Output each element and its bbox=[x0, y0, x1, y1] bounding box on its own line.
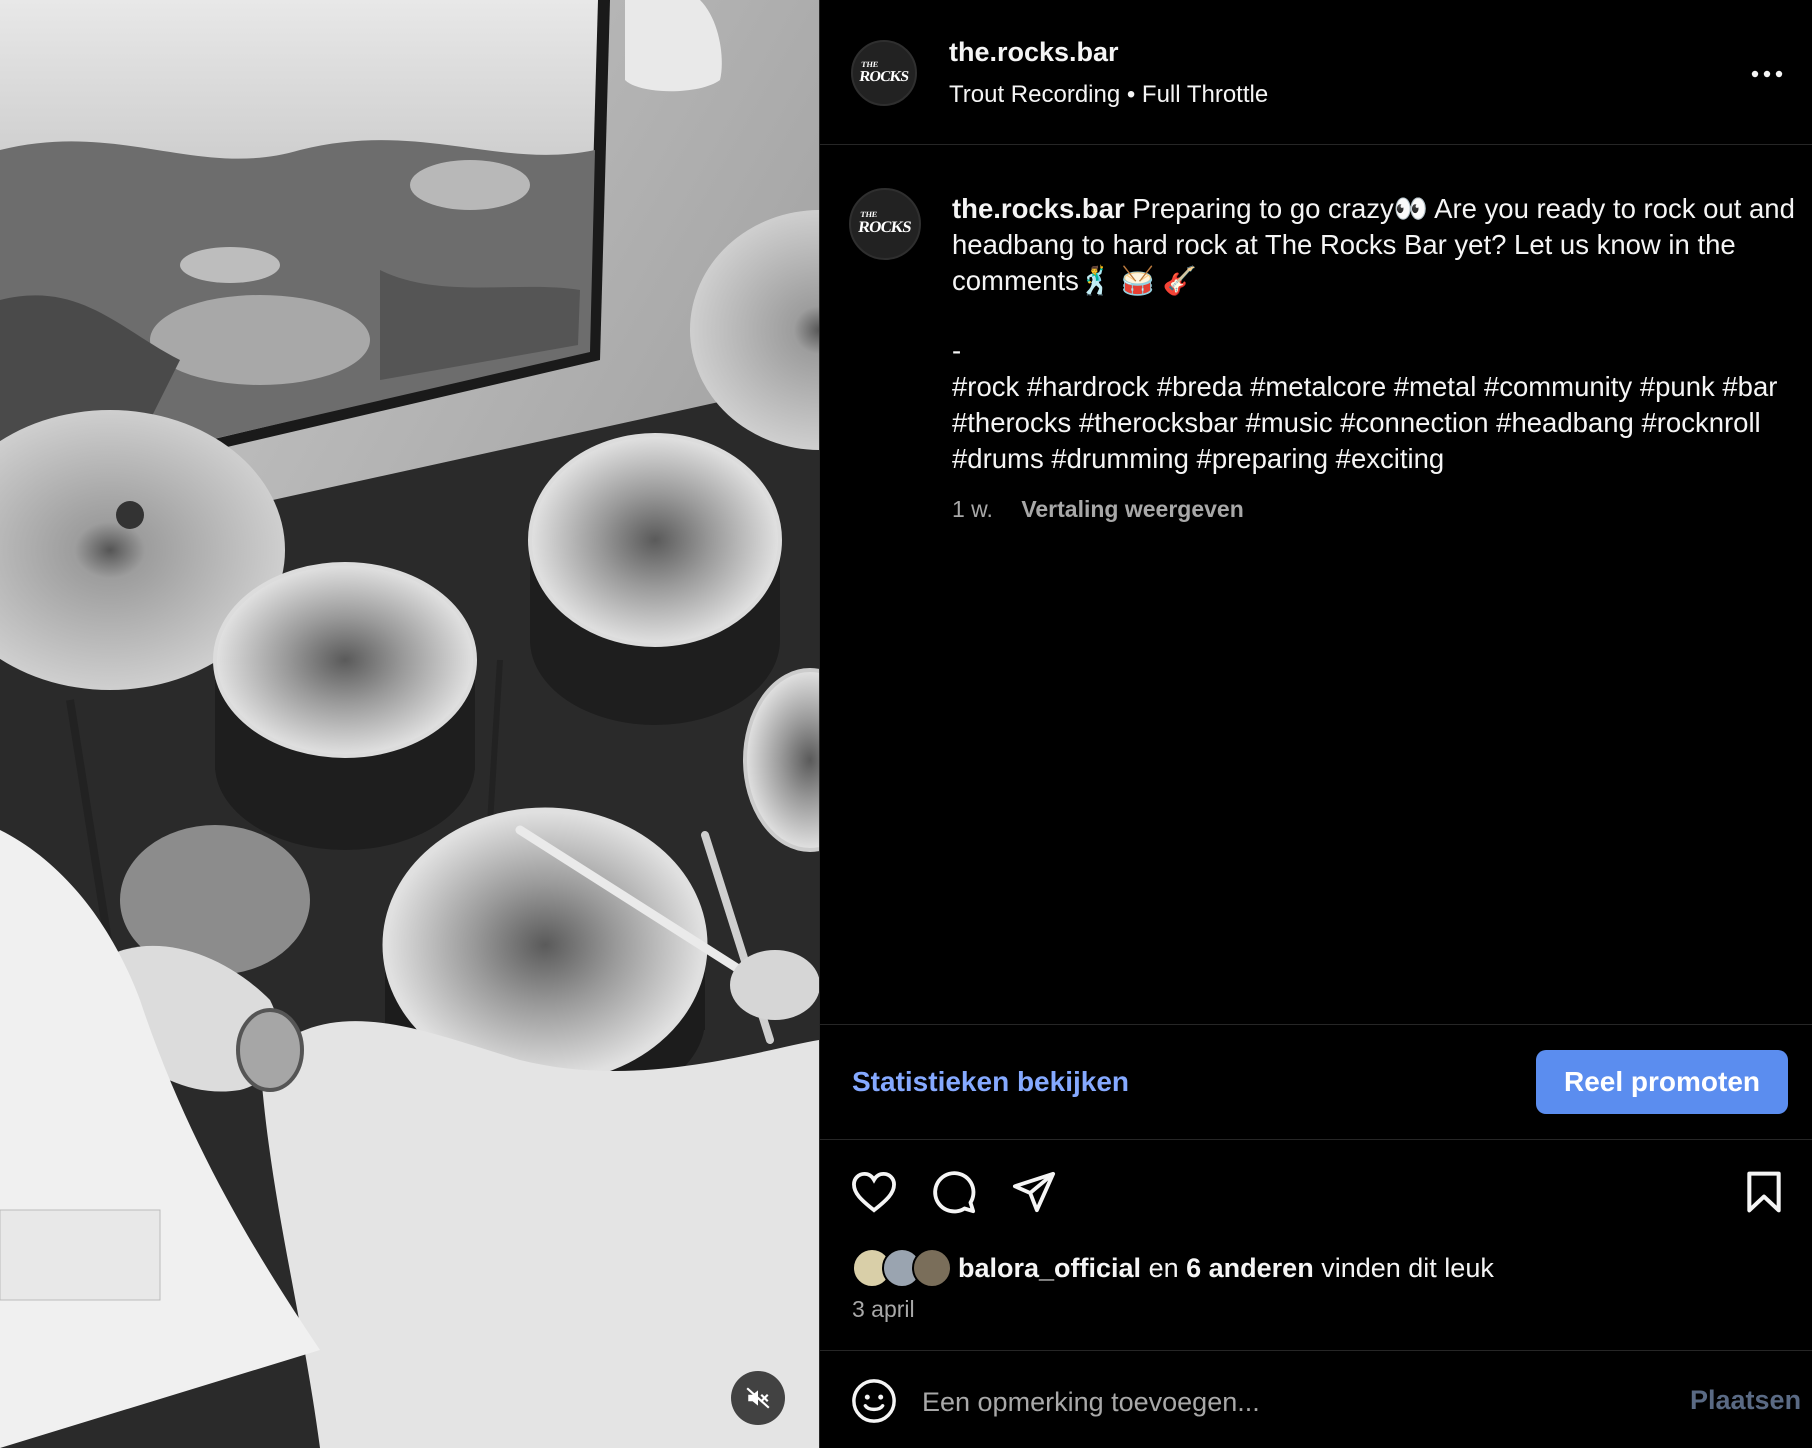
likes-summary: balora_official en 6 anderen vinden dit … bbox=[852, 1248, 1494, 1288]
promote-reel-button[interactable]: Reel promoten bbox=[1536, 1050, 1788, 1114]
caption-username[interactable]: the.rocks.bar bbox=[952, 193, 1125, 224]
share-icon bbox=[1012, 1171, 1056, 1213]
divider bbox=[820, 1024, 1812, 1025]
avatar-logo: THE ROCKS bbox=[858, 59, 909, 85]
likes-text: balora_official en 6 anderen vinden dit … bbox=[958, 1253, 1494, 1284]
muted-speaker-icon bbox=[746, 1387, 770, 1409]
liker-avatars[interactable] bbox=[852, 1248, 952, 1288]
mute-toggle-button[interactable] bbox=[731, 1371, 785, 1425]
emoji-picker-button[interactable] bbox=[850, 1377, 898, 1425]
post-age: 1 w. bbox=[952, 496, 993, 522]
avatar[interactable]: THE ROCKS bbox=[851, 40, 917, 106]
post-date[interactable]: 3 april bbox=[852, 1296, 915, 1323]
likes-connector: en bbox=[1148, 1252, 1179, 1283]
like-button[interactable] bbox=[850, 1168, 898, 1216]
bookmark-icon bbox=[1747, 1171, 1781, 1213]
reel-video[interactable] bbox=[0, 0, 819, 1448]
avatar bbox=[912, 1248, 952, 1288]
drum-kit-photo bbox=[0, 0, 819, 1448]
caption-meta: 1 w. Vertaling weergeven bbox=[952, 496, 1244, 523]
username-link[interactable]: the.rocks.bar bbox=[949, 37, 1119, 68]
other-likers-link[interactable]: 6 anderen bbox=[1186, 1253, 1314, 1283]
caption-avatar-logo: THE ROCKS bbox=[857, 210, 912, 236]
likes-suffix: vinden dit leuk bbox=[1321, 1252, 1494, 1283]
post-comment-button[interactable]: Plaatsen bbox=[1690, 1385, 1801, 1416]
caption-hashtags[interactable]: #rock #hardrock #breda #metalcore #metal… bbox=[952, 369, 1802, 477]
rack-tom-right bbox=[528, 433, 782, 725]
caption-avatar[interactable]: THE ROCKS bbox=[849, 188, 921, 260]
liker-username[interactable]: balora_official bbox=[958, 1253, 1141, 1283]
audio-attribution[interactable]: Trout Recording • Full Throttle bbox=[949, 81, 1268, 109]
post-header: THE ROCKS the.rocks.bar Trout Recording •… bbox=[820, 0, 1812, 145]
heart-icon bbox=[852, 1171, 896, 1213]
comment-input[interactable] bbox=[920, 1377, 1624, 1427]
view-insights-link[interactable]: Statistieken bekijken bbox=[852, 1066, 1129, 1098]
caption-dash: - bbox=[952, 335, 962, 366]
comment-composer: Plaatsen bbox=[820, 1351, 1812, 1448]
more-options-button[interactable] bbox=[1745, 52, 1789, 96]
share-button[interactable] bbox=[1010, 1168, 1058, 1216]
translate-link[interactable]: Vertaling weergeven bbox=[1021, 496, 1243, 522]
save-button[interactable] bbox=[1740, 1168, 1788, 1216]
comment-icon bbox=[933, 1171, 976, 1214]
rack-tom-left bbox=[213, 562, 477, 850]
divider bbox=[820, 1139, 1812, 1140]
more-options-icon bbox=[1751, 70, 1783, 78]
comment-button[interactable] bbox=[930, 1168, 978, 1216]
emoji-icon bbox=[852, 1379, 896, 1423]
post-details-panel: THE ROCKS the.rocks.bar Trout Recording •… bbox=[819, 0, 1812, 1448]
post-caption: the.rocks.bar Preparing to go crazy👀 Are… bbox=[952, 191, 1802, 477]
post-viewer: THE ROCKS the.rocks.bar Trout Recording •… bbox=[0, 0, 1812, 1448]
